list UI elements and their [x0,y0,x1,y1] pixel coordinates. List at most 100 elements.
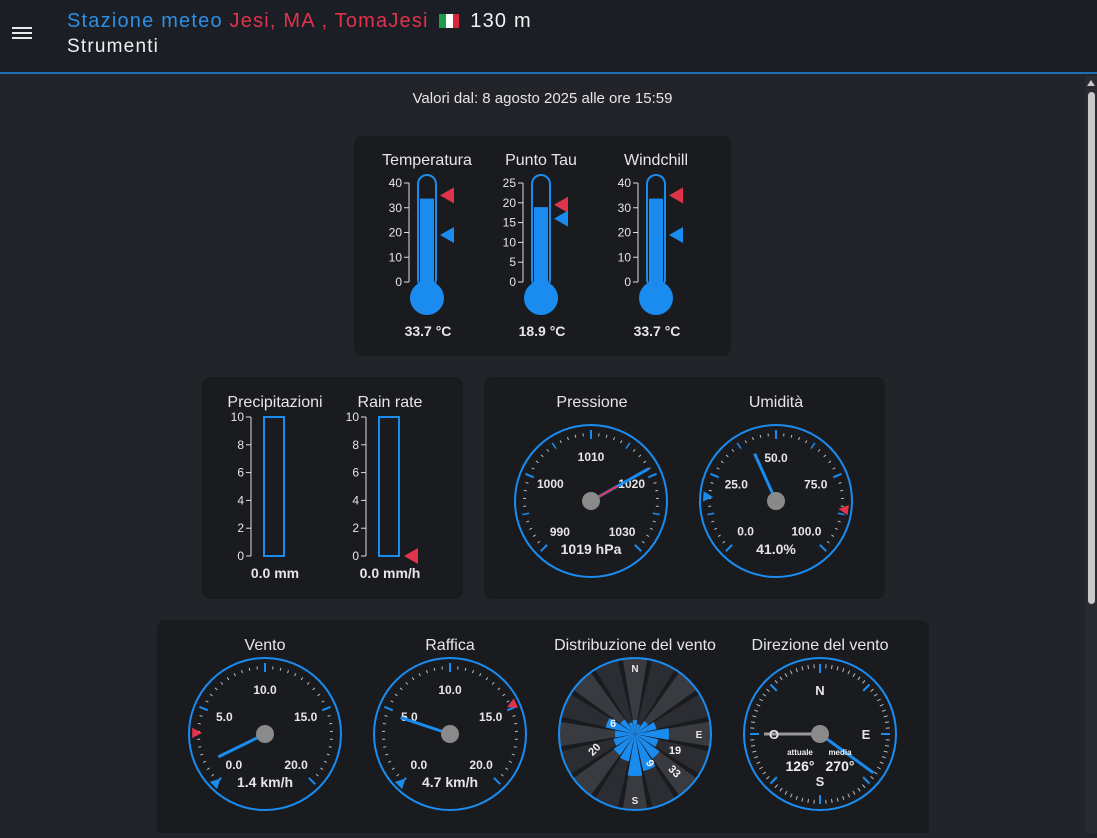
gauge-minor-tick [723,541,725,543]
page-title: Strumenti [67,36,159,58]
compass-tick [877,699,880,701]
bar-tick-label: 0 [352,549,359,563]
gauge-mid-tick [552,443,556,449]
gauge-major-tick [726,545,732,551]
gauge-minor-tick [200,754,203,755]
gauge-minor-tick [613,437,614,440]
compass-tick [858,788,860,791]
gauge-minor-tick [529,528,532,529]
compass-tick [751,745,755,746]
gauge-minor-tick [639,455,641,457]
gauge-minor-tick [492,682,494,684]
gauge-minor-tick [654,483,657,484]
compass-tick [802,798,803,802]
bar-value: 0.0 mm [251,565,299,581]
gauge-minor-tick [732,449,734,451]
gauge-minor-tick [249,668,250,671]
compass-tick [877,767,880,769]
gauge-minor-tick [526,521,529,522]
max-marker-icon [669,187,683,203]
gauge-minor-tick [501,774,503,776]
gauge-minor-tick [760,435,761,438]
gauge-mid-tick [737,443,741,449]
station-altitude: 130 m [470,10,532,32]
thermometer-tick-label: 0 [395,275,402,289]
compass-tick [831,665,832,669]
max-marker-icon [507,698,518,707]
gauge-label: 0.0 [226,758,243,772]
compass-tick [775,785,778,788]
compass-tick [785,673,787,676]
gauge-minor-tick [203,761,206,762]
gauge-label: 10.0 [438,683,462,697]
thermometer-tick-label: 5 [509,255,516,269]
menu-icon[interactable] [12,24,34,44]
compass-mean-label: media [828,748,852,757]
bar-tick-label: 10 [231,410,245,424]
gauge-minor-tick [215,688,217,690]
thermometer-value: 33.7 °C [405,323,452,339]
bar-tick-label: 4 [237,493,244,507]
compass-tick [759,699,762,701]
thermometers-svg: Temperatura40302010033.7 °CPunto Tau2520… [354,136,731,356]
compass-tick [757,762,761,764]
gauge-label: 15.0 [479,710,503,724]
gauge-value: 1019 hPa [561,541,622,557]
gauge-major-tick [833,474,841,477]
gauge-minor-tick [227,677,229,679]
gauge-minor-tick [412,677,414,679]
compass-tick [780,677,782,680]
gauge-minor-tick [711,483,714,484]
gauge-minor-tick [392,768,395,770]
min-marker-icon [440,227,454,243]
gauge-minor-tick [717,468,720,469]
bar-tick-label: 0 [237,549,244,563]
gauge-hub [441,725,459,743]
gauge-major-tick [322,707,330,710]
since-text: Valori dal: 8 agosto 2025 alle ore 15:59 [0,90,1085,107]
scrollbar-thumb[interactable] [1088,92,1095,604]
scroll-up-icon[interactable] [1087,80,1095,86]
gauge-major-tick [635,545,641,551]
gauge-label: 1000 [537,477,564,491]
gauge-label: 10.0 [253,683,277,697]
rose-count-label: 19 [669,745,681,757]
thermometer-tick-label: 10 [503,235,517,249]
gauge-minor-tick [833,468,836,469]
wind-gauges-svg: VentoRafficaDistribuzione del ventoDirez… [157,620,929,833]
gauge-minor-tick [234,673,235,676]
gauge-minor-tick [533,535,536,537]
gauge-major-tick [309,778,315,784]
italy-flag-icon [439,11,459,25]
gauge-title: Umidità [749,394,803,411]
thermometer-bulb [524,281,558,315]
station-place: Jesi, MA , TomaJesi [230,10,429,32]
gauge-label: 990 [550,525,570,539]
thermometer-fill [649,199,663,290]
bar-value: 0.0 mm/h [360,565,421,581]
gauge-minor-tick [322,701,325,702]
gauge-minor-tick [633,449,635,451]
gauge-minor-tick [838,521,841,522]
wind-panel: VentoRafficaDistribuzione del ventoDirez… [157,620,929,833]
compass-tick [862,680,865,683]
gauge-minor-tick [532,468,535,469]
gauge-mid-tick [522,513,529,514]
gauge-minor-tick [480,673,481,676]
gauge-minor-tick [426,670,427,673]
gauge-value: 1.4 km/h [237,774,293,790]
gauge-hub [767,492,785,510]
gauge-minor-tick [752,437,753,440]
gauge-major-tick [525,474,533,477]
gauge-minor-tick [400,688,402,690]
rose-count-label: 6 [610,718,616,730]
bar-title: Rain rate [358,394,423,411]
gauge-minor-tick [388,761,391,762]
gauge-minor-tick [207,768,210,770]
thermometer-tick-label: 0 [509,275,516,289]
thermometer-tick-label: 40 [389,176,403,190]
gauge-minor-tick [391,701,394,702]
gauge-minor-tick [503,694,505,696]
compass-current-value: 126° [786,758,815,774]
bar-tick-label: 2 [352,521,359,535]
